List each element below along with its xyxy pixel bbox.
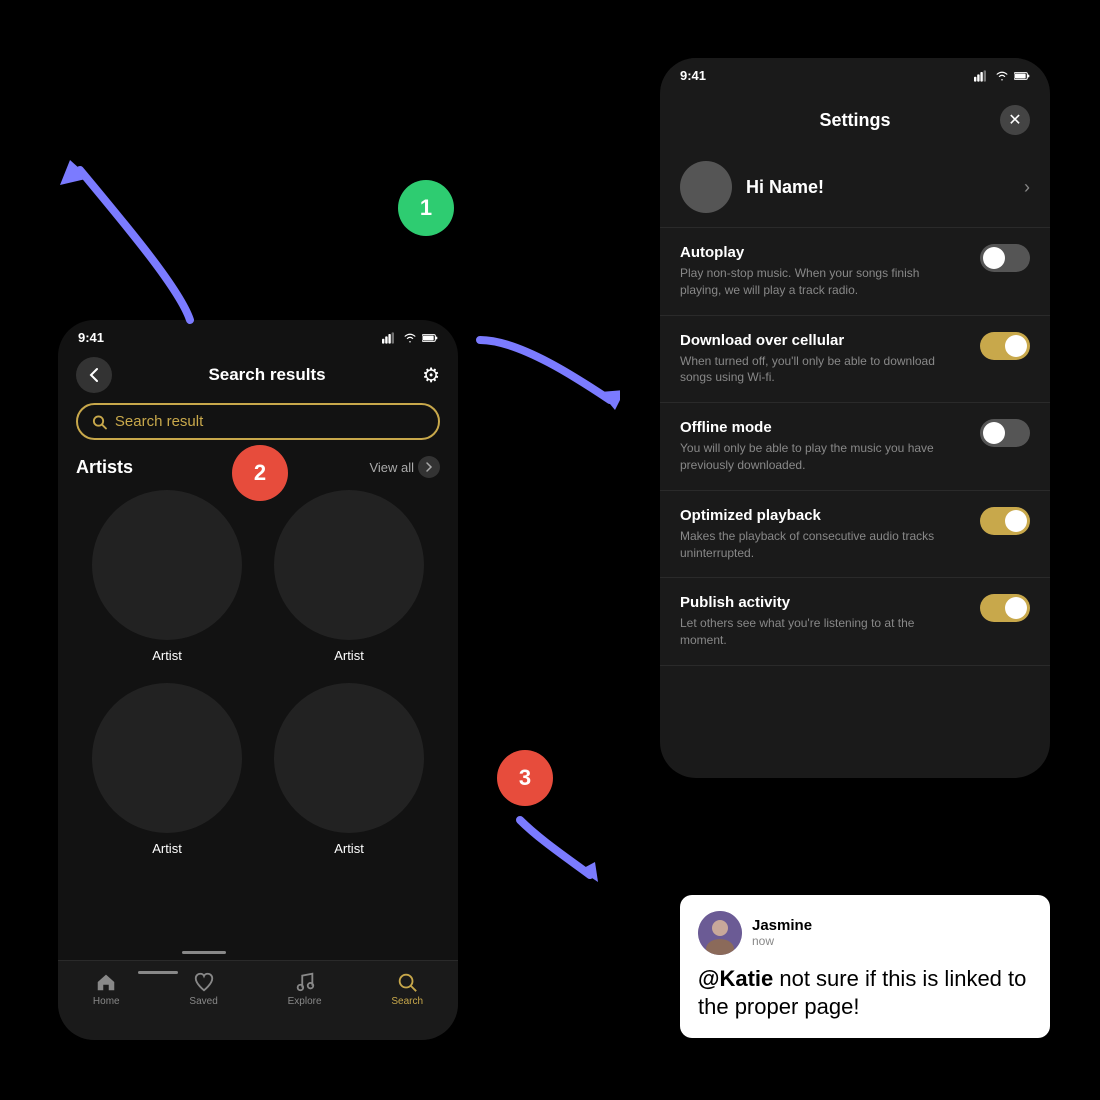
music-icon [294, 971, 316, 993]
toggle-knob [983, 422, 1005, 444]
profile-name: Hi Name! [746, 177, 824, 198]
setting-desc: Play non-stop music. When your songs fin… [680, 265, 964, 299]
view-all-label: View all [369, 460, 414, 475]
artists-grid: Artist Artist Artist Artist [58, 490, 458, 876]
nav-item-explore[interactable]: Explore [288, 971, 322, 1007]
nav-label-home: Home [93, 996, 120, 1007]
annotation-3: 3 [497, 750, 553, 806]
back-button[interactable] [76, 357, 112, 393]
status-icons-left [382, 332, 438, 344]
comment-username: Jasmine [752, 917, 812, 934]
setting-desc: You will only be able to play the music … [680, 440, 964, 474]
list-item[interactable]: Artist [76, 683, 258, 856]
comment-text: @Katie not sure if this is linked to the… [698, 965, 1032, 1022]
annotation-1: 1 [398, 180, 454, 236]
wifi-icon [402, 332, 418, 344]
toggle-knob [1005, 335, 1027, 357]
avatar [698, 911, 742, 955]
home-icon [95, 971, 117, 993]
comment-mention: @Katie [698, 966, 773, 991]
user-avatar-image [698, 911, 742, 955]
optimized-toggle[interactable] [980, 507, 1030, 535]
nav-label-saved: Saved [189, 996, 217, 1007]
setting-publish: Publish activity Let others see what you… [660, 578, 1050, 666]
offline-toggle[interactable] [980, 419, 1030, 447]
setting-name: Offline mode [680, 419, 964, 436]
view-all-button[interactable]: View all [369, 456, 440, 478]
toggle-knob [1005, 597, 1027, 619]
setting-cellular: Download over cellular When turned off, … [660, 316, 1050, 404]
search-bar[interactable] [76, 403, 440, 440]
nav-item-search[interactable]: Search [391, 971, 423, 1007]
profile-row[interactable]: Hi Name! › [660, 147, 1050, 228]
artist-name: Artist [334, 648, 364, 663]
battery-icon [422, 332, 438, 344]
signal-icon [382, 332, 398, 344]
publish-toggle[interactable] [980, 594, 1030, 622]
search-icon [92, 414, 107, 430]
artists-label: Artists [76, 457, 133, 478]
page-title: Search results [208, 365, 325, 385]
setting-autoplay: Autoplay Play non-stop music. When your … [660, 228, 1050, 316]
toggle-knob [1005, 510, 1027, 532]
bottom-nav: Home Saved Explore Search [58, 960, 458, 1040]
artist-name: Artist [152, 648, 182, 663]
cellular-toggle[interactable] [980, 332, 1030, 360]
annotation-2: 2 [232, 445, 288, 501]
view-all-icon [418, 456, 440, 478]
list-item[interactable]: Artist [258, 683, 440, 856]
toggle-knob [983, 247, 1005, 269]
setting-desc: Makes the playback of consecutive audio … [680, 528, 964, 562]
signal-icon-right [974, 70, 990, 82]
phone-left: 9:41 [58, 320, 458, 1040]
artist-avatar [92, 490, 242, 640]
status-bar-right: 9:41 [660, 58, 1050, 89]
setting-name: Autoplay [680, 244, 964, 261]
setting-offline: Offline mode You will only be able to pl… [660, 403, 1050, 491]
artist-avatar [274, 490, 424, 640]
comment-header: Jasmine now [698, 911, 1032, 955]
profile-avatar [680, 161, 732, 213]
gear-icon[interactable]: ⚙ [422, 363, 440, 388]
setting-name: Optimized playback [680, 507, 964, 524]
setting-desc: Let others see what you're listening to … [680, 615, 964, 649]
phone-right: 9:41 Settings ✕ [660, 58, 1050, 778]
close-button[interactable]: ✕ [1000, 105, 1030, 135]
wifi-icon-right [994, 70, 1010, 82]
status-icons-right [974, 70, 1030, 82]
artist-name: Artist [152, 841, 182, 856]
artist-avatar [92, 683, 242, 833]
nav-bar: Search results ⚙ [58, 351, 458, 403]
nav-label-explore: Explore [288, 996, 322, 1007]
setting-name: Download over cellular [680, 332, 964, 349]
nav-item-saved[interactable]: Saved [189, 971, 217, 1007]
time-right: 9:41 [680, 68, 706, 83]
active-indicator [138, 971, 178, 974]
settings-title: Settings [819, 110, 890, 131]
search-nav-icon [396, 971, 418, 993]
setting-name: Publish activity [680, 594, 964, 611]
artist-avatar [274, 683, 424, 833]
profile-left: Hi Name! [680, 161, 824, 213]
artist-name: Artist [334, 841, 364, 856]
search-input[interactable] [115, 413, 424, 430]
settings-header: Settings ✕ [660, 89, 1050, 147]
heart-icon [193, 971, 215, 993]
chevron-right-icon: › [1024, 177, 1030, 198]
list-item[interactable]: Artist [76, 490, 258, 663]
setting-desc: When turned off, you'll only be able to … [680, 353, 964, 387]
comment-bubble: Jasmine now @Katie not sure if this is l… [680, 895, 1050, 1038]
time-left: 9:41 [78, 330, 104, 345]
nav-item-home[interactable]: Home [93, 971, 120, 1007]
nav-label-search: Search [391, 996, 423, 1007]
list-item[interactable]: Artist [258, 490, 440, 663]
battery-icon-right [1014, 70, 1030, 82]
autoplay-toggle[interactable] [980, 244, 1030, 272]
comment-time: now [752, 934, 812, 948]
setting-optimized: Optimized playback Makes the playback of… [660, 491, 1050, 579]
